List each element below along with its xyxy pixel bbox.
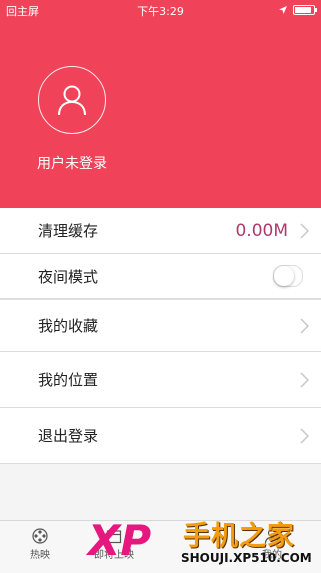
watermark-brand: XP bbox=[88, 516, 152, 565]
toggle-knob bbox=[274, 266, 294, 286]
clear-cache-label: 清理缓存 bbox=[38, 222, 99, 240]
night-mode-label: 夜间模式 bbox=[38, 267, 99, 286]
tab-now-showing[interactable]: 热映 bbox=[8, 524, 72, 561]
status-bar: 回主屏 下午3:29 bbox=[0, 0, 321, 20]
watermark-title: 手机之家 bbox=[183, 521, 295, 552]
logout-label: 退出登录 bbox=[38, 427, 99, 445]
chevron-right-icon bbox=[300, 222, 309, 239]
status-right bbox=[279, 5, 317, 15]
logout-row[interactable]: 退出登录 bbox=[0, 408, 321, 464]
location-arrow-icon bbox=[279, 6, 287, 14]
location-label: 我的位置 bbox=[38, 371, 99, 389]
status-time: 下午3:29 bbox=[137, 5, 184, 18]
chevron-right-icon bbox=[300, 427, 309, 444]
favorites-row[interactable]: 我的收藏 bbox=[0, 300, 321, 352]
watermark-logo: XP 手机之家 SHOUJI.XP510.COM bbox=[88, 512, 320, 570]
settings-menu: 清理缓存 0.00M 夜间模式 我的收藏 我的位置 退出登录 bbox=[0, 208, 321, 464]
film-reel-icon bbox=[32, 528, 48, 544]
battery-icon bbox=[293, 5, 317, 15]
cache-size-value: 0.00M bbox=[235, 220, 288, 241]
tab-label: 热映 bbox=[30, 550, 50, 561]
watermark-url: SHOUJI.XP510.COM bbox=[181, 551, 312, 565]
avatar-button[interactable] bbox=[38, 66, 106, 134]
chevron-right-icon bbox=[300, 371, 309, 388]
login-status-link[interactable]: 用户未登录 bbox=[0, 153, 144, 173]
user-icon bbox=[58, 85, 86, 116]
clear-cache-row[interactable]: 清理缓存 0.00M bbox=[0, 208, 321, 254]
chevron-right-icon bbox=[300, 317, 309, 334]
favorites-label: 我的收藏 bbox=[38, 317, 99, 335]
tab-bar: 热映 即将上映 我的 XP 手机之家 SHOUJI.XP510.COM bbox=[0, 516, 321, 573]
night-mode-toggle[interactable] bbox=[273, 265, 303, 287]
profile-header: 回主屏 下午3:29 用户未登录 bbox=[0, 0, 321, 208]
location-row[interactable]: 我的位置 bbox=[0, 352, 321, 408]
night-mode-row: 夜间模式 bbox=[0, 254, 321, 300]
